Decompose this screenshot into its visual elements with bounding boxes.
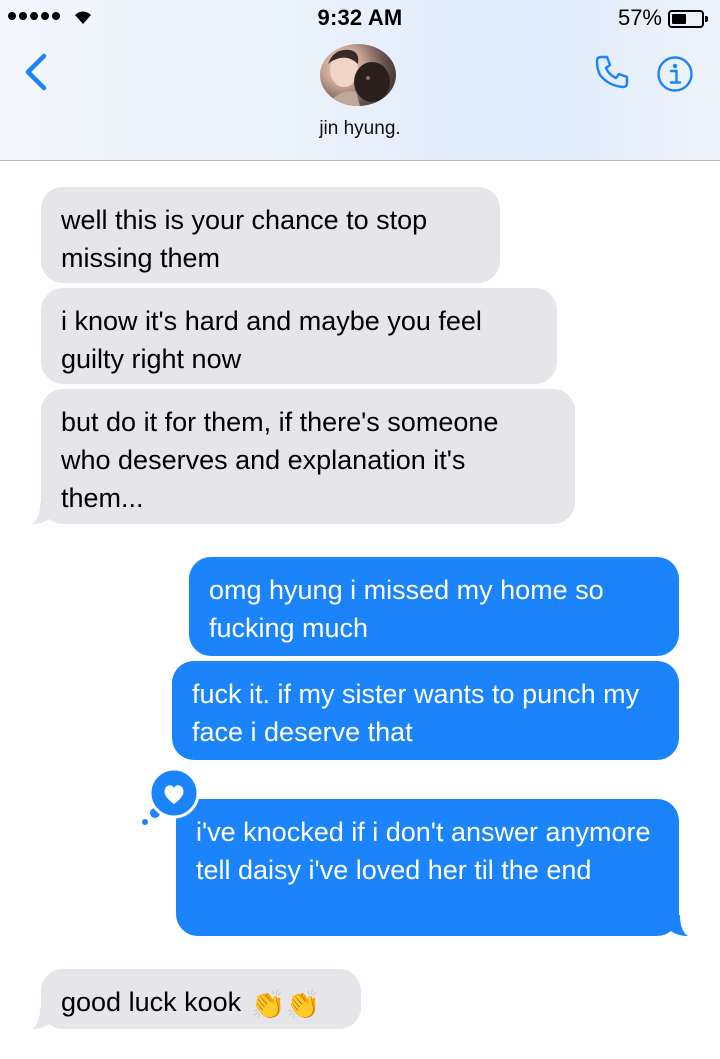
message-text: but do it for them, if there's someone w…: [61, 407, 499, 513]
chevron-left-icon: [25, 53, 47, 91]
bubble-tail: [32, 1008, 52, 1029]
message-text: good luck kook 👏👏: [61, 987, 321, 1020]
heart-reaction[interactable]: [142, 766, 202, 826]
outgoing-message-bubble[interactable]: i've knocked if i don't answer anymore t…: [176, 799, 679, 936]
conversation-header: 9:32 AM 57% jin hyung.: [0, 0, 720, 161]
battery-icon: [668, 10, 708, 28]
info-button[interactable]: [656, 55, 694, 93]
phone-icon: [595, 55, 629, 89]
status-bar: 9:32 AM 57%: [0, 0, 720, 36]
incoming-message-bubble[interactable]: i know it's hard and maybe you feel guil…: [41, 288, 557, 384]
message-text: fuck it. if my sister wants to punch my …: [192, 679, 640, 747]
message-text: i've knocked if i don't answer anymore t…: [196, 817, 651, 885]
message-text: omg hyung i missed my home so fucking mu…: [209, 575, 604, 643]
message-text: well this is your chance to stop missing…: [61, 205, 428, 273]
message-text: i know it's hard and maybe you feel guil…: [61, 306, 482, 374]
bubble-tail: [668, 915, 688, 936]
back-button[interactable]: [16, 50, 56, 94]
incoming-message-bubble[interactable]: well this is your chance to stop missing…: [41, 187, 500, 283]
contact-avatar[interactable]: [320, 44, 396, 106]
bubble-tail: [32, 503, 52, 524]
incoming-message-bubble[interactable]: good luck kook 👏👏: [41, 969, 361, 1029]
outgoing-message-bubble[interactable]: omg hyung i missed my home so fucking mu…: [189, 557, 679, 656]
call-button[interactable]: [592, 52, 632, 92]
clapping-hands-icon: 👏👏: [250, 989, 321, 1020]
info-icon: [657, 56, 693, 92]
battery-percentage: 57%: [617, 5, 662, 30]
contact-name[interactable]: jin hyung.: [0, 118, 720, 140]
status-time: 9:32 AM: [317, 5, 403, 30]
incoming-message-bubble[interactable]: but do it for them, if there's someone w…: [41, 389, 575, 524]
outgoing-message-bubble[interactable]: fuck it. if my sister wants to punch my …: [172, 661, 679, 760]
